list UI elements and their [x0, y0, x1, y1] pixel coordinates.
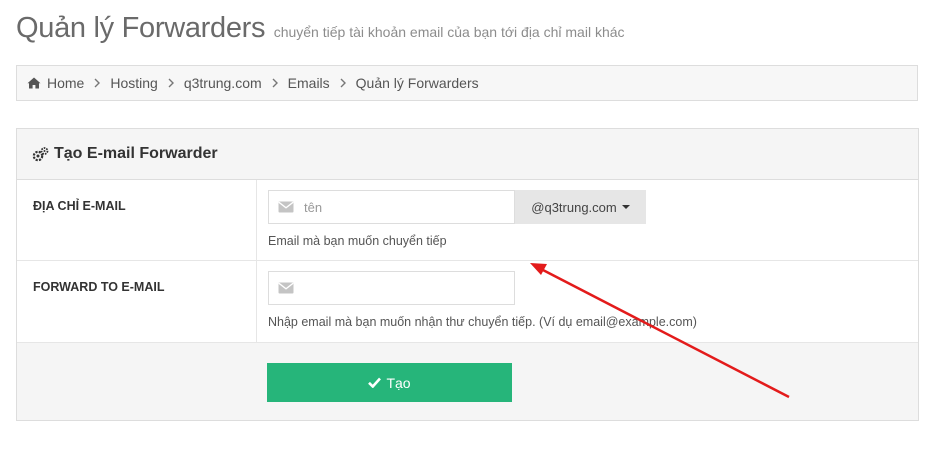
breadcrumb-hosting[interactable]: Hosting [110, 75, 157, 91]
chevron-right-icon [94, 78, 101, 88]
chevron-right-icon [168, 78, 174, 88]
check-icon [368, 377, 382, 388]
forward-to-input[interactable] [304, 280, 494, 296]
breadcrumb-home[interactable]: Home [47, 75, 84, 91]
form-footer: Tạo [17, 342, 918, 420]
envelope-icon [278, 201, 294, 213]
email-address-label: ĐỊA CHỈ E-MAIL [17, 180, 257, 260]
domain-dropdown[interactable]: @q3trung.com [515, 190, 646, 224]
email-address-box [268, 190, 515, 224]
gears-icon [32, 146, 49, 162]
forward-to-help: Nhập email mà bạn muốn nhận thư chuyển t… [268, 315, 697, 329]
breadcrumb-emails[interactable]: Emails [288, 75, 330, 91]
chevron-right-icon [340, 78, 346, 88]
page: Quản lý Forwarders chuyển tiếp tài khoản… [0, 0, 941, 476]
email-address-help: Email mà bạn muốn chuyển tiếp [268, 234, 447, 248]
forward-to-input-group [268, 271, 515, 305]
panel-title: Tạo E-mail Forwarder [54, 145, 218, 162]
page-subtitle: chuyển tiếp tài khoản email của bạn tới … [273, 24, 625, 40]
forward-to-label: FORWARD TO E-MAIL [17, 261, 257, 342]
breadcrumb-current: Quản lý Forwarders [355, 75, 479, 91]
forward-to-row: FORWARD TO E-MAIL Nhập email mà bạn muốn… [17, 261, 918, 342]
forward-to-box [268, 271, 515, 305]
email-name-input[interactable] [304, 199, 494, 215]
email-address-input-group: @q3trung.com [268, 190, 646, 224]
home-icon [27, 77, 41, 89]
create-button-label: Tạo [386, 374, 411, 391]
email-address-row: ĐỊA CHỈ E-MAIL @q3trung.com Email [17, 180, 918, 261]
create-button[interactable]: Tạo [267, 363, 512, 402]
caret-down-icon [621, 205, 630, 209]
breadcrumb: Home Hosting q3trung.com Emails Quản lý … [16, 65, 918, 101]
create-forwarder-panel: Tạo E-mail Forwarder ĐỊA CHỈ E-MAIL @q3t… [16, 128, 919, 421]
panel-heading: Tạo E-mail Forwarder [17, 129, 918, 180]
page-title: Quản lý Forwarders [16, 12, 266, 44]
chevron-right-icon [272, 78, 278, 88]
envelope-icon [278, 282, 294, 294]
breadcrumb-domain[interactable]: q3trung.com [184, 75, 262, 91]
domain-dropdown-label: @q3trung.com [531, 199, 617, 215]
page-header: Quản lý Forwarders chuyển tiếp tài khoản… [16, 12, 625, 45]
